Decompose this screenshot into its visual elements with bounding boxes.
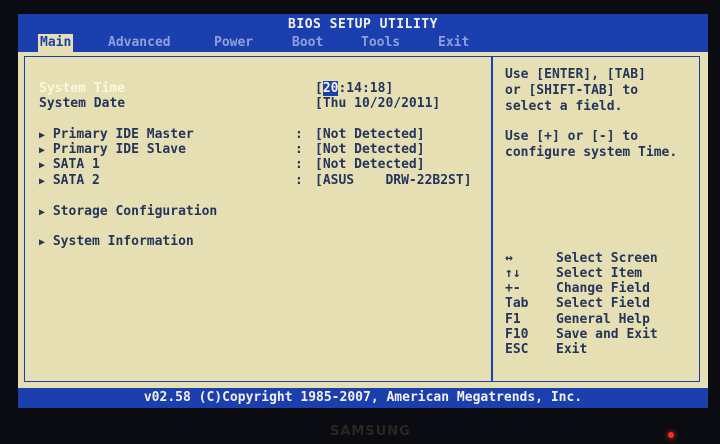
triangle-right-icon: ▶ <box>39 130 46 141</box>
key-arrows-lr: ↔ <box>505 251 513 266</box>
help-line: configure system Time. <box>505 145 678 160</box>
device-value: [ASUS DRW-22B2ST] <box>315 173 472 188</box>
key-f1: F1 <box>505 312 521 327</box>
monitor-bezel: BIOS SETUP UTILITY Main Advanced Power B… <box>0 0 720 444</box>
device-item-sata-1[interactable]: ▶ SATA 1 <box>39 157 100 173</box>
triangle-right-icon: ▶ <box>39 237 46 248</box>
main-settings-panel: System Time [20:14:18] System Date [Thu … <box>24 56 492 382</box>
help-panel: Use [ENTER], [TAB] or [SHIFT-TAB] to sel… <box>492 56 700 382</box>
menu-bar: Main Advanced Power Boot Tools Exit <box>18 34 708 52</box>
key-desc: Select Screen <box>556 251 658 266</box>
tab-main[interactable]: Main <box>38 34 74 52</box>
device-item-primary-ide-master[interactable]: ▶ Primary IDE Master <box>39 127 194 143</box>
separator: : <box>295 142 303 157</box>
key-desc: Select Field <box>556 296 650 311</box>
device-item-primary-ide-slave[interactable]: ▶ Primary IDE Slave <box>39 142 186 158</box>
monitor-brand-logo: SAMSUNG <box>330 424 411 439</box>
power-led-icon <box>668 432 674 438</box>
bios-screen: BIOS SETUP UTILITY Main Advanced Power B… <box>18 14 708 408</box>
key-desc: General Help <box>556 312 650 327</box>
tab-exit[interactable]: Exit <box>436 34 471 52</box>
key-arrows-ud: ↑↓ <box>505 266 521 281</box>
bios-title: BIOS SETUP UTILITY <box>18 14 708 34</box>
triangle-right-icon: ▶ <box>39 160 46 171</box>
separator: : <box>295 157 303 172</box>
separator: : <box>295 127 303 142</box>
help-line: or [SHIFT-TAB] to <box>505 83 639 98</box>
device-value: [Not Detected] <box>315 127 425 142</box>
tab-boot[interactable]: Boot <box>290 34 325 52</box>
device-value: [Not Detected] <box>315 157 425 172</box>
separator: : <box>295 173 303 188</box>
key-plus-minus: +- <box>505 281 521 296</box>
key-desc: Select Item <box>556 266 643 281</box>
key-desc: Save and Exit <box>556 327 658 342</box>
time-cursor: 20 <box>322 81 339 96</box>
submenu-system-information[interactable]: ▶ System Information <box>39 234 194 250</box>
device-item-sata-2[interactable]: ▶ SATA 2 <box>39 173 100 189</box>
tab-tools[interactable]: Tools <box>359 34 402 52</box>
tab-advanced[interactable]: Advanced <box>106 34 173 52</box>
key-esc: ESC <box>505 342 529 357</box>
key-desc: Change Field <box>556 281 650 296</box>
triangle-right-icon: ▶ <box>39 207 46 218</box>
system-date-label[interactable]: System Date <box>39 96 125 111</box>
key-f10: F10 <box>505 327 529 342</box>
copyright-footer: v02.58 (C)Copyright 1985-2007, American … <box>18 388 708 408</box>
submenu-storage-configuration[interactable]: ▶ Storage Configuration <box>39 204 217 220</box>
triangle-right-icon: ▶ <box>39 145 46 156</box>
help-line: Use [+] or [-] to <box>505 129 639 144</box>
triangle-right-icon: ▶ <box>39 176 46 187</box>
key-tab: Tab <box>505 296 529 311</box>
system-date-value[interactable]: [Thu 10/20/2011] <box>315 96 440 111</box>
key-desc: Exit <box>556 342 588 357</box>
tab-power[interactable]: Power <box>212 34 255 52</box>
system-time-label[interactable]: System Time <box>39 81 125 96</box>
help-line: Use [ENTER], [TAB] <box>505 67 646 82</box>
device-value: [Not Detected] <box>315 142 425 157</box>
system-time-value[interactable]: [20:14:18] <box>315 81 393 96</box>
help-line: select a field. <box>505 99 623 114</box>
